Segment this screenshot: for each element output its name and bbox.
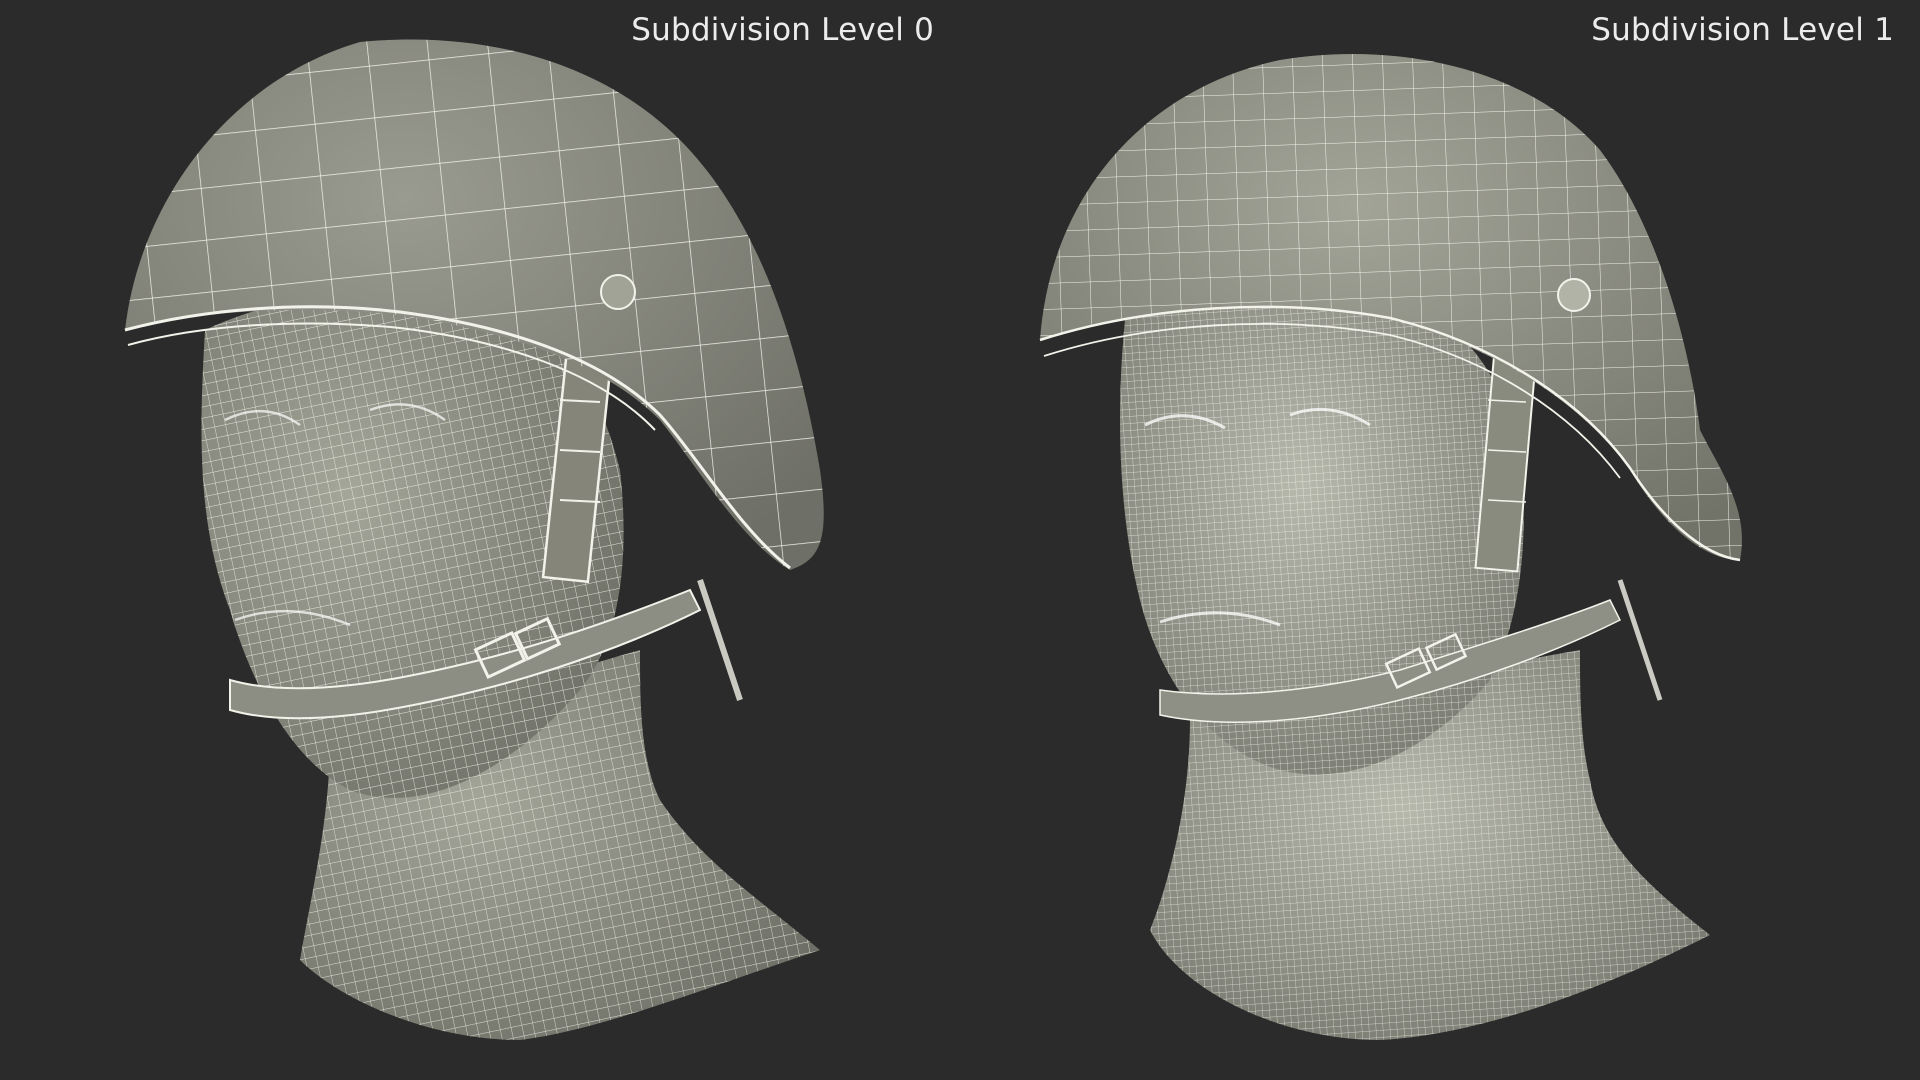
render-subdivision-level-0: [0, 0, 960, 1080]
helmet-head-model-level-0: [124, 39, 824, 1040]
subdivision-level-1-label: Subdivision Level 1: [1591, 12, 1894, 48]
viewport: Subdivision Level 0 Subdivision Level 1: [0, 0, 1920, 1080]
subdivision-level-0-label: Subdivision Level 0: [631, 12, 934, 48]
helmet-head-model-level-1: [1039, 54, 1742, 1040]
render-subdivision-level-1: [960, 0, 1920, 1080]
